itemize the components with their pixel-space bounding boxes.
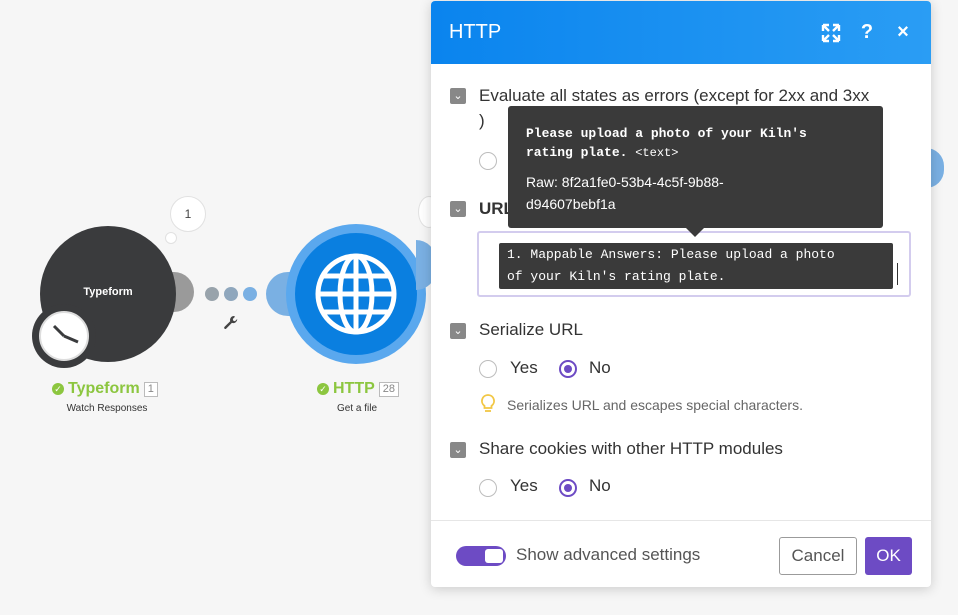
typeform-bubble-dot <box>165 232 177 244</box>
check-icon: ✓ <box>52 383 64 395</box>
advanced-settings-label[interactable]: Show advanced settings <box>516 545 700 565</box>
route-dot-1 <box>205 287 219 301</box>
serialize-no-radio[interactable] <box>559 360 577 378</box>
cancel-button[interactable]: Cancel <box>779 537 857 575</box>
lightbulb-icon <box>481 394 495 414</box>
cookies-no-radio[interactable] <box>559 479 577 497</box>
cookies-label: Share cookies with other HTTP modules <box>479 439 783 458</box>
typeform-node-name: Typeform <box>68 380 140 397</box>
typeform-node-label: ✓ Typeform 1 <box>52 380 158 398</box>
cookies-no-label[interactable]: No <box>589 476 611 496</box>
serialize-no-label[interactable]: No <box>589 358 611 378</box>
dialog-header: HTTP ? × <box>431 1 931 64</box>
cookies-yes-label[interactable]: Yes <box>510 476 538 496</box>
expand-icon[interactable] <box>821 23 841 43</box>
tooltip-title-line2: rating plate. <box>526 145 628 160</box>
serialize-hint: Serializes URL and escapes special chara… <box>507 397 803 413</box>
check-icon: ✓ <box>317 383 329 395</box>
evaluate-yes-radio[interactable] <box>479 152 497 170</box>
pill-text-line2: of your Kiln's rating plate. <box>507 269 726 284</box>
http-node-subtitle: Get a file <box>336 403 378 414</box>
close-icon[interactable]: × <box>893 21 913 43</box>
typeform-node-subtitle: Watch Responses <box>66 403 148 414</box>
help-icon[interactable]: ? <box>857 21 877 43</box>
typeform-op-count: 1 <box>143 381 158 397</box>
globe-icon <box>314 252 398 336</box>
tooltip-raw-line2: d94607bebf1a <box>526 196 616 212</box>
cookies-yes-radio[interactable] <box>479 479 497 497</box>
serialize-toggle-checkbox[interactable]: ⌄ <box>450 323 466 339</box>
advanced-settings-toggle[interactable] <box>456 546 506 566</box>
evaluate-toggle-checkbox[interactable]: ⌄ <box>450 88 466 104</box>
mapping-tooltip: Please upload a photo of your Kiln's rat… <box>508 106 883 237</box>
tooltip-raw: Raw: 8f2a1fe0-53b4-4c5f-9b88- d94607bebf… <box>526 171 865 215</box>
text-caret <box>897 263 898 285</box>
typeform-bubble-number: 1 <box>184 207 192 221</box>
tooltip-type: <text> <box>635 146 679 160</box>
evaluate-label-line2: ) <box>479 111 485 130</box>
url-input[interactable]: 1. Mappable Answers: Please upload a pho… <box>477 231 911 297</box>
serialize-yes-radio[interactable] <box>479 360 497 378</box>
route-dot-3 <box>243 287 257 301</box>
typeform-inner-label: Typeform <box>83 286 133 298</box>
tooltip-title-line1: Please upload a photo of your Kiln's <box>526 126 807 141</box>
evaluate-label-line1: Evaluate all states as errors (except fo… <box>479 86 870 105</box>
serialize-label: Serialize URL <box>479 320 583 339</box>
mapped-value-pill[interactable]: 1. Mappable Answers: Please upload a pho… <box>499 243 893 289</box>
serialize-yes-label[interactable]: Yes <box>510 358 538 378</box>
http-node-label: ✓ HTTP 28 <box>317 380 400 398</box>
cookies-toggle-checkbox[interactable]: ⌄ <box>450 442 466 458</box>
ok-button[interactable]: OK <box>865 537 912 575</box>
wrench-icon[interactable] <box>222 314 240 332</box>
http-module[interactable] <box>286 224 426 364</box>
clock-icon <box>32 304 96 368</box>
route-dot-2 <box>224 287 238 301</box>
dialog-footer: Show advanced settings Cancel OK <box>431 520 931 587</box>
http-node-name: HTTP <box>333 380 375 397</box>
tooltip-raw-line1: Raw: 8f2a1fe0-53b4-4c5f-9b88- <box>526 174 724 190</box>
http-module-dialog: HTTP ? × ⌄ Evaluate all states as errors… <box>431 1 931 587</box>
tooltip-title: Please upload a photo of your Kiln's rat… <box>526 124 865 163</box>
typeform-counter-bubble[interactable]: 1 <box>170 196 206 232</box>
pill-text-line1: 1. Mappable Answers: Please upload a pho… <box>507 247 835 262</box>
dialog-title: HTTP <box>449 21 502 43</box>
url-toggle-checkbox[interactable]: ⌄ <box>450 201 466 217</box>
http-op-count: 28 <box>378 381 400 397</box>
